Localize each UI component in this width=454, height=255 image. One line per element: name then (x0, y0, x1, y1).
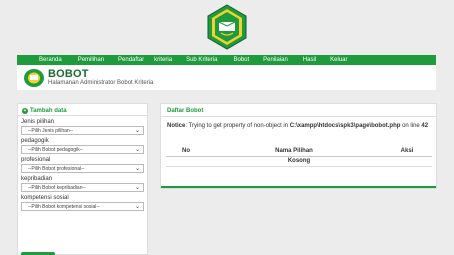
table-header-row: No Nama Pilihan Aksi (166, 146, 432, 157)
site-logo (204, 4, 250, 50)
empty-table-message: Kosong (166, 156, 432, 167)
select-pedagogik[interactable]: --Pilih Bobot pedagogik-- ⌄ (21, 145, 144, 154)
select-jenis-pilihan[interactable]: --Pilih Jenis pilihan-- ⌄ (21, 126, 144, 135)
field-label-kepribadian: kepribadian (21, 176, 53, 182)
field-label-jenis-pilihan: Jenis pilihan (21, 119, 55, 125)
select-value: --Pilih Bobot profesional-- (28, 166, 85, 172)
nav-item-penilaian[interactable]: Penilaian (263, 57, 288, 63)
notice-label: Notice (167, 123, 186, 129)
table-row: Kosong (166, 156, 432, 167)
nav-item-pendaftar[interactable]: Pendaftar (118, 57, 144, 63)
chevron-down-icon: ⌄ (134, 128, 140, 134)
bobot-list-panel: Daftar Bobot Notice: Trying to get prope… (160, 103, 437, 189)
page-header: BOBOT Halamanan Administrator Bobot Krit… (17, 65, 436, 90)
main-navbar: Beranda Pemilihan Pendaftar kriteria Sub… (17, 55, 436, 65)
add-data-title: Tambah data (30, 108, 67, 114)
select-value: --Pilih Bobot pedagogik-- (28, 147, 84, 153)
chevron-down-icon: ⌄ (134, 185, 140, 191)
field-label-pedagogik: pedagogik (21, 138, 49, 144)
select-value: --Pilih Jenis pilihan-- (28, 128, 74, 134)
bobot-list-title: Daftar Bobot (161, 104, 436, 117)
field-label-profesional: profesional (21, 157, 51, 163)
nav-item-keluar[interactable]: Keluar (330, 57, 347, 63)
notice-on: on line (400, 123, 422, 129)
nav-item-sub-kriteria[interactable]: Sub Kriteria (186, 57, 217, 63)
field-label-kompetensi-sosial: kompetensi sosial (21, 195, 69, 201)
panel-footer-bar (161, 186, 436, 188)
notice-path: C:\xampp\htdocs\spk3\page\bobot.php (289, 123, 401, 129)
select-kompetensi-sosial[interactable]: --Pilih Bobot kompetensi sosial-- ⌄ (21, 202, 144, 211)
chevron-down-icon: ⌄ (134, 147, 140, 153)
select-value: --Pilih Bobot kepribadian-- (28, 185, 86, 191)
add-data-panel: + Tambah data Jenis pilihan --Pilih Jeni… (17, 103, 148, 255)
select-value: --Pilih Bobot kompetensi sosial-- (28, 204, 100, 210)
header-logo-icon (24, 69, 44, 87)
nav-item-pemilihan[interactable]: Pemilihan (78, 57, 104, 63)
add-data-header: + Tambah data (18, 104, 147, 116)
chevron-down-icon: ⌄ (134, 166, 140, 172)
column-header-aksi: Aksi (382, 146, 432, 157)
nav-item-kriteria[interactable]: kriteria (154, 57, 172, 63)
page-title: BOBOT (48, 68, 89, 80)
page-subtitle: Halamanan Administrator Bobot Kriteria (48, 80, 154, 86)
select-kepribadian[interactable]: --Pilih Bobot kepribadian-- ⌄ (21, 183, 144, 192)
chevron-down-icon: ⌄ (134, 204, 140, 210)
nav-item-beranda[interactable]: Beranda (39, 57, 62, 63)
notice-text: : Trying to get property of non-object i… (185, 123, 290, 129)
plus-circle-icon: + (22, 108, 28, 114)
nav-item-bobot[interactable]: Bobot (233, 57, 249, 63)
select-profesional[interactable]: --Pilih Bobot profesional-- ⌄ (21, 164, 144, 173)
nav-item-hasil[interactable]: Hasil (303, 57, 316, 63)
column-header-nama-pilihan: Nama Pilihan (206, 146, 382, 157)
column-header-no: No (166, 146, 206, 157)
php-notice: Notice: Trying to get property of non-ob… (161, 117, 436, 130)
bobot-table: No Nama Pilihan Aksi Kosong (166, 146, 432, 167)
notice-line: 42 (421, 123, 429, 129)
